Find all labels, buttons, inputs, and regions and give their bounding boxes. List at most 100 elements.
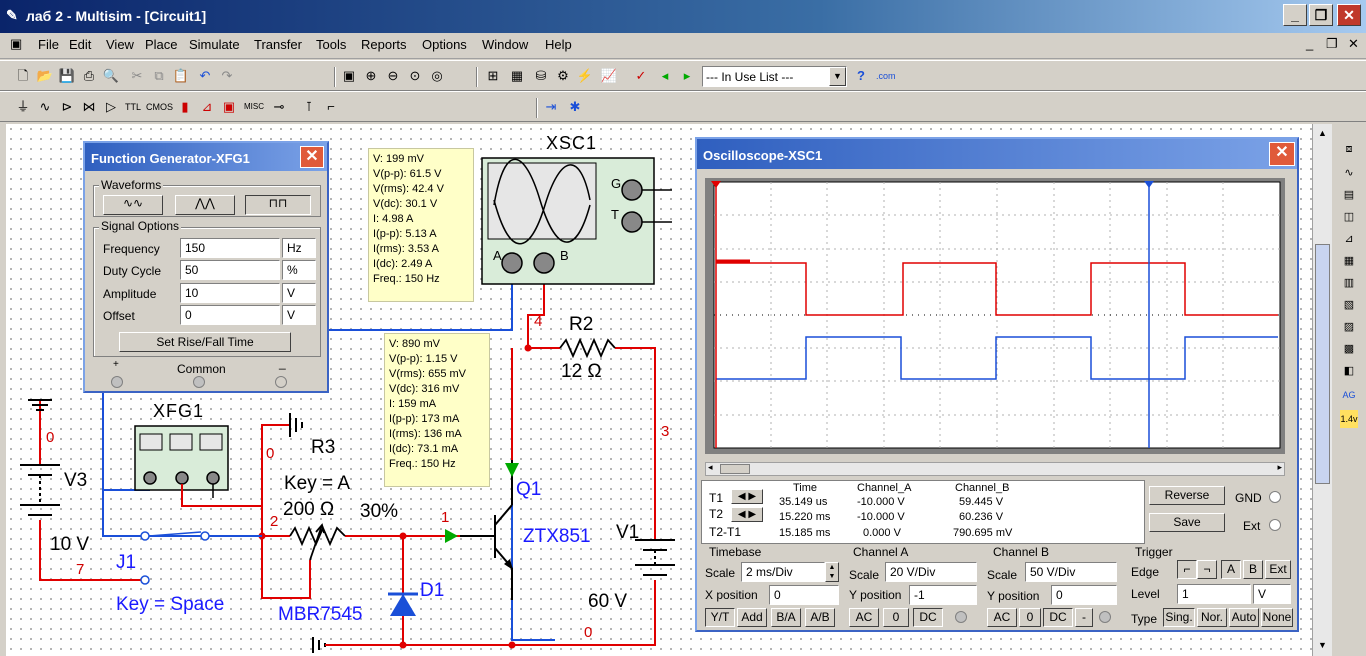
channel-a-terminal[interactable] bbox=[955, 611, 967, 623]
scroll-down-icon[interactable]: ▼ bbox=[1318, 640, 1327, 650]
single-trigger-button[interactable]: Sing. bbox=[1163, 608, 1195, 627]
minus-label: _ bbox=[279, 356, 286, 370]
function-generator-titlebar[interactable]: Function Generator-XFG1 bbox=[85, 143, 327, 171]
channel-a-ypos-field[interactable]: -1 bbox=[909, 585, 977, 605]
scroll-left-icon[interactable]: ◂ bbox=[708, 462, 713, 473]
probe-1-line: V: 199 mV bbox=[373, 153, 424, 165]
channel-b-terminal[interactable] bbox=[1099, 611, 1111, 623]
b-a-button[interactable]: B/A bbox=[771, 608, 801, 627]
duty-cycle-label: Duty Cycle bbox=[103, 264, 162, 278]
amplitude-field[interactable]: 10 bbox=[180, 283, 280, 303]
trigger-ext-button[interactable]: Ext bbox=[1265, 560, 1291, 579]
timebase-spin-buttons[interactable]: ▲ ▼ bbox=[825, 562, 839, 582]
duty-cycle-unit[interactable]: % bbox=[282, 260, 316, 280]
t1-channel-b: 59.445 V bbox=[959, 496, 1004, 508]
timebase-scale-field[interactable]: 2 ms/Div bbox=[741, 562, 825, 582]
oscilloscope-hscroll[interactable]: ◂ ▸ bbox=[705, 462, 1285, 476]
scope-t-label: T bbox=[611, 207, 619, 222]
t1-arrow-buttons[interactable]: ◀ ▶ bbox=[731, 489, 763, 504]
level-field[interactable]: 1 bbox=[1177, 584, 1251, 604]
measurement-probe-icon[interactable]: 1.4v bbox=[1340, 410, 1358, 428]
probe-1-line: I(dc): 2.49 A bbox=[373, 258, 433, 270]
channel-b-dc-button[interactable]: DC bbox=[1043, 608, 1073, 627]
triangle-wave-button[interactable]: ⋀⋀ bbox=[175, 195, 235, 215]
channel-a-zero-button[interactable]: 0 bbox=[883, 608, 909, 627]
sine-wave-button[interactable]: ∿∿ bbox=[103, 195, 163, 215]
save-button[interactable]: Save bbox=[1149, 513, 1225, 532]
t2-t1-channel-a: 0.000 V bbox=[863, 527, 901, 539]
scroll-thumb[interactable] bbox=[1315, 244, 1330, 484]
t2-arrow-buttons[interactable]: ◀ ▶ bbox=[731, 507, 763, 522]
r3-percent: 30% bbox=[360, 501, 399, 522]
add-button[interactable]: Add bbox=[737, 608, 767, 627]
function-generator-icon[interactable]: ∿ bbox=[1340, 164, 1358, 182]
square-wave-button[interactable]: ⊓⊓ bbox=[245, 195, 311, 215]
ext-label: Ext bbox=[1243, 519, 1261, 533]
bode-plotter-icon[interactable]: ⊿ bbox=[1340, 230, 1358, 248]
yt-button[interactable]: Y/T bbox=[705, 608, 735, 627]
channel-b-minus-button[interactable]: - bbox=[1075, 608, 1093, 627]
probe-2-line: I(p-p): 173 mA bbox=[389, 413, 460, 425]
channel-b-ypos-label: Y position bbox=[987, 589, 1040, 603]
oscilloscope-window[interactable]: Oscilloscope-XSC1 ✕ ◂ ▸ T1 T2 T2-T1 ◀ ▶ … bbox=[695, 137, 1299, 632]
offset-field[interactable]: 0 bbox=[180, 305, 280, 325]
multimeter-icon[interactable]: ⧈ bbox=[1340, 140, 1358, 158]
scroll-up-icon[interactable]: ▲ bbox=[1318, 128, 1327, 138]
spectrum-analyzer-icon[interactable]: ▩ bbox=[1340, 340, 1358, 358]
none-trigger-button[interactable]: None bbox=[1261, 608, 1293, 627]
measurement-probe-2[interactable]: V: 890 mV V(p-p): 1.15 V V(rms): 655 mV … bbox=[384, 333, 490, 487]
triangle-icon: ⋀⋀ bbox=[195, 196, 215, 210]
level-unit[interactable]: V bbox=[1253, 584, 1291, 604]
trigger-b-button[interactable]: B bbox=[1243, 560, 1263, 579]
channel-a-dc-button[interactable]: DC bbox=[913, 608, 943, 627]
distortion-analyzer-icon[interactable]: ▨ bbox=[1340, 318, 1358, 336]
wattmeter-icon[interactable]: ▤ bbox=[1340, 186, 1358, 204]
channel-a-scale-field[interactable]: 20 V/Div bbox=[885, 562, 977, 582]
scroll-thumb[interactable] bbox=[720, 464, 750, 474]
frequency-unit[interactable]: Hz bbox=[282, 238, 316, 258]
function-generator-window[interactable]: Function Generator-XFG1 ✕ Waveforms ∿∿ ⋀… bbox=[83, 141, 329, 393]
oscilloscope-screen[interactable] bbox=[705, 178, 1285, 454]
channel-b-scale-field[interactable]: 50 V/Div bbox=[1025, 562, 1117, 582]
rising-edge-button[interactable]: ⌐ bbox=[1177, 560, 1197, 579]
oscilloscope-icon[interactable]: ◫ bbox=[1340, 208, 1358, 226]
r2-label: R2 bbox=[569, 314, 594, 335]
auto-trigger-button[interactable]: Auto bbox=[1229, 608, 1259, 627]
j1-key: Key = Space bbox=[116, 594, 225, 615]
node-0-label: 0 bbox=[584, 624, 593, 641]
falling-edge-button[interactable]: ¬ bbox=[1197, 560, 1217, 579]
close-icon[interactable]: ✕ bbox=[1269, 142, 1295, 166]
agilent-icon[interactable]: AG bbox=[1340, 386, 1358, 404]
channel-b-ac-button[interactable]: AC bbox=[987, 608, 1017, 627]
channel-b-ypos-field[interactable]: 0 bbox=[1051, 585, 1117, 605]
offset-unit[interactable]: V bbox=[282, 305, 316, 325]
ext-terminal[interactable] bbox=[1269, 519, 1281, 531]
measurement-probe-1[interactable]: V: 199 mV V(p-p): 61.5 V V(rms): 42.4 V … bbox=[368, 148, 474, 302]
reverse-button[interactable]: Reverse bbox=[1149, 486, 1225, 505]
logic-analyzer-icon[interactable]: ▥ bbox=[1340, 274, 1358, 292]
common-terminal[interactable] bbox=[193, 376, 205, 388]
set-rise-fall-button[interactable]: Set Rise/Fall Time bbox=[119, 332, 291, 352]
amplitude-label: Amplitude bbox=[103, 287, 157, 301]
minus-terminal[interactable] bbox=[275, 376, 287, 388]
logic-converter-icon[interactable]: ▧ bbox=[1340, 296, 1358, 314]
duty-cycle-field[interactable]: 50 bbox=[180, 260, 280, 280]
gnd-terminal[interactable] bbox=[1269, 491, 1281, 503]
probe-2-line: V(p-p): 1.15 V bbox=[389, 353, 458, 365]
network-analyzer-icon[interactable]: ◧ bbox=[1340, 362, 1358, 380]
channel-a-ac-button[interactable]: AC bbox=[849, 608, 879, 627]
canvas-vscroll[interactable]: ▲ ▼ bbox=[1312, 124, 1332, 656]
amplitude-unit[interactable]: V bbox=[282, 283, 316, 303]
scroll-right-icon[interactable]: ▸ bbox=[1277, 462, 1282, 473]
node-1-label: 1 bbox=[441, 509, 450, 526]
plus-terminal[interactable] bbox=[111, 376, 123, 388]
x-position-field[interactable]: 0 bbox=[769, 585, 839, 605]
close-icon[interactable]: ✕ bbox=[300, 146, 324, 168]
channel-b-zero-button[interactable]: 0 bbox=[1019, 608, 1041, 627]
oscilloscope-titlebar[interactable]: Oscilloscope-XSC1 bbox=[697, 139, 1297, 169]
a-b-button[interactable]: A/B bbox=[805, 608, 835, 627]
word-generator-icon[interactable]: ▦ bbox=[1340, 252, 1358, 270]
frequency-field[interactable]: 150 bbox=[180, 238, 280, 258]
trigger-a-button[interactable]: A bbox=[1221, 560, 1241, 579]
normal-trigger-button[interactable]: Nor. bbox=[1197, 608, 1227, 627]
